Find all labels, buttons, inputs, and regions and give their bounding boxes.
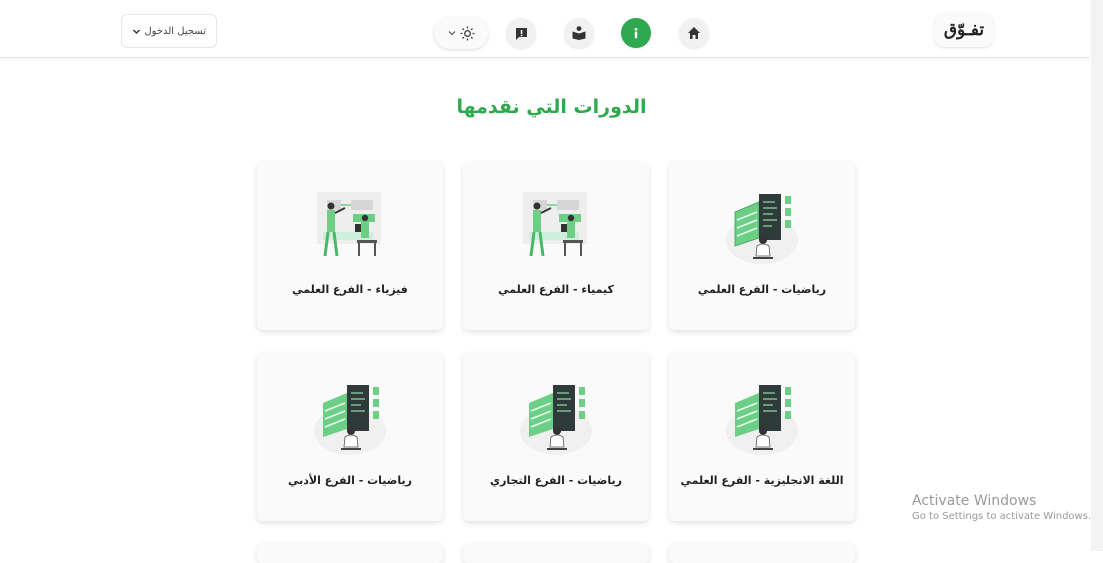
top-bar: تفـوّق تسجيل الدخول [0,0,1090,58]
course-card-partial[interactable] [257,543,443,563]
presentation-illustration [523,192,587,257]
login-label: تسجيل الدخول [144,25,206,37]
page-edge-scroll-region [1091,0,1103,551]
course-card[interactable]: كيمياء - الفرع العلمي [463,162,649,330]
info-icon [634,27,638,39]
course-card[interactable]: رياضيات - الفرع الأدبي [257,353,443,521]
site-logo[interactable]: تفـوّق [934,13,994,47]
nav-home-button[interactable] [679,18,709,48]
course-card-partial[interactable] [669,543,855,563]
course-card[interactable]: رياضيات - الفرع العلمي [669,162,855,330]
server-person-illustration [520,385,592,455]
nav-info-button[interactable] [621,18,651,48]
course-title: فيزياء - الفرع العلمي [292,283,408,296]
course-card[interactable]: اللغة الانجليزية - الفرع العلمي [669,353,855,521]
report-icon [515,27,527,40]
server-person-illustration [726,194,798,264]
home-icon [688,27,700,39]
chevron-down-icon [448,31,455,36]
windows-activation-watermark: Activate Windows Go to Settings to activ… [912,493,1091,522]
course-title: كيمياء - الفرع العلمي [498,283,614,296]
reader-icon [572,26,586,40]
page-title: الدورات التي نقدمها [456,96,647,118]
course-card-partial[interactable] [463,543,649,563]
server-person-illustration [726,385,798,455]
presentation-illustration [317,192,381,257]
sun-icon [460,26,474,40]
course-card[interactable]: رياضيات - الفرع التجاري [463,353,649,521]
chevron-down-icon [133,29,140,34]
course-card[interactable]: فيزياء - الفرع العلمي [257,162,443,330]
nav-reader-button[interactable] [564,18,594,48]
course-title: رياضيات - الفرع العلمي [697,283,827,296]
login-dropdown[interactable]: تسجيل الدخول [121,14,217,48]
course-title: رياضيات - الفرع التجاري [490,474,622,487]
server-person-illustration [314,385,386,455]
theme-toggle-button[interactable] [434,17,488,49]
nav-report-button[interactable] [506,18,536,48]
course-title: رياضيات - الفرع الأدبي [288,474,412,487]
course-title: اللغة الانجليزية - الفرع العلمي [680,474,844,487]
watermark-subtitle: Go to Settings to activate Windows. [912,511,1092,522]
watermark-title: Activate Windows [912,493,1037,509]
